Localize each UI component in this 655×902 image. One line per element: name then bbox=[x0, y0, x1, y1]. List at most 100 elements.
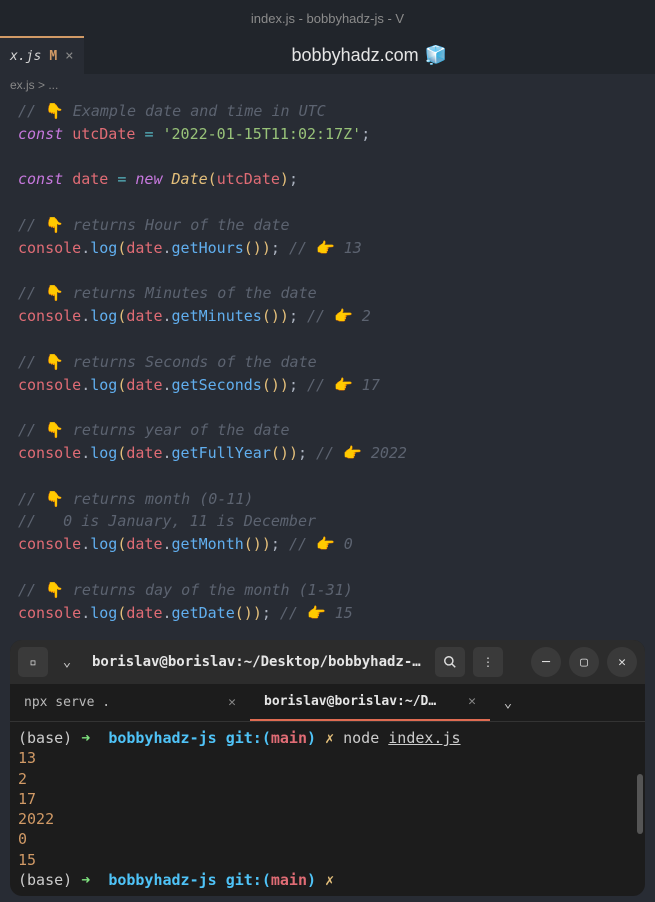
keyword-new: new bbox=[135, 170, 162, 188]
dirty-icon: ✗ bbox=[325, 871, 334, 889]
comment: // 👇 returns day of the month (1-31) bbox=[18, 581, 353, 599]
prompt-dir: bobbyhadz-js bbox=[108, 871, 216, 889]
string-literal: '2022-01-15T11:02:17Z' bbox=[163, 125, 362, 143]
terminal-tab-row: npx serve . ✕ borislav@borislav:~/Deskto… bbox=[10, 684, 645, 722]
method-getseconds: getSeconds bbox=[172, 376, 262, 394]
paren: ( bbox=[262, 729, 271, 747]
terminal-window: ▫ ⌄ borislav@borislav:~/Desktop/bobbyhad… bbox=[10, 640, 645, 896]
banner: bobbyhadz.com 🧊 bbox=[84, 45, 655, 66]
output-line: 17 bbox=[18, 789, 637, 809]
terminal-tab[interactable]: npx serve . ✕ bbox=[10, 684, 250, 721]
comment: // 👇 returns year of the date bbox=[18, 421, 290, 439]
terminal-tab-label: npx serve . bbox=[24, 695, 110, 710]
method-log: log bbox=[90, 535, 117, 553]
output-line: 15 bbox=[18, 850, 637, 870]
console: console bbox=[18, 604, 81, 622]
var-date: date bbox=[72, 170, 108, 188]
comment: // 👇 returns month (0-11) bbox=[18, 490, 253, 508]
branch: main bbox=[271, 871, 307, 889]
breadcrumb[interactable]: ex.js > ... bbox=[0, 74, 655, 96]
output-line: 13 bbox=[18, 748, 637, 768]
dirty-icon: ✗ bbox=[325, 729, 334, 747]
new-tab-button[interactable]: ▫ bbox=[18, 647, 48, 677]
window-titlebar: index.js - bobbyhadz-js - V bbox=[0, 0, 655, 36]
arg: date bbox=[126, 376, 162, 394]
tab-close-icon[interactable]: × bbox=[65, 48, 73, 64]
tab-dropdown-icon[interactable]: ⌄ bbox=[490, 684, 526, 721]
arg: date bbox=[126, 444, 162, 462]
terminal-title: borislav@borislav:~/Desktop/bobbyhadz-r… bbox=[86, 654, 427, 670]
console: console bbox=[18, 535, 81, 553]
method-getminutes: getMinutes bbox=[172, 307, 262, 325]
method-log: log bbox=[90, 604, 117, 622]
method-log: log bbox=[90, 239, 117, 257]
comment: // 👉 17 bbox=[307, 376, 380, 394]
arg: date bbox=[126, 535, 162, 553]
prompt-base: (base) bbox=[18, 871, 72, 889]
output-line: 2 bbox=[18, 769, 637, 789]
close-button[interactable]: ✕ bbox=[607, 647, 637, 677]
tab-close-icon[interactable]: ✕ bbox=[468, 694, 476, 709]
arg: date bbox=[126, 307, 162, 325]
terminal-titlebar: ▫ ⌄ borislav@borislav:~/Desktop/bobbyhad… bbox=[10, 640, 645, 684]
method-log: log bbox=[90, 307, 117, 325]
prompt-git: git: bbox=[226, 871, 262, 889]
method-getfullyear: getFullYear bbox=[172, 444, 271, 462]
method-gethours: getHours bbox=[172, 239, 244, 257]
prompt-base: (base) bbox=[18, 729, 72, 747]
prompt-arrow: ➜ bbox=[81, 871, 90, 889]
search-icon bbox=[443, 655, 457, 669]
comment: // 👇 returns Hour of the date bbox=[18, 216, 290, 234]
comment: // 👉 15 bbox=[280, 604, 353, 622]
output-line: 2022 bbox=[18, 809, 637, 829]
maximize-button[interactable]: ▢ bbox=[569, 647, 599, 677]
terminal-tab-active[interactable]: borislav@borislav:~/Desktop/b… ✕ bbox=[250, 684, 490, 721]
console: console bbox=[18, 444, 81, 462]
arg: utcDate bbox=[217, 170, 280, 188]
breadcrumb-text: ex.js > ... bbox=[10, 78, 58, 92]
menu-button[interactable]: ⋮ bbox=[473, 647, 503, 677]
comment: // 👉 2 bbox=[307, 307, 371, 325]
code-editor[interactable]: // 👇 Example date and time in UTC const … bbox=[0, 96, 655, 628]
banner-text: bobbyhadz.com bbox=[292, 45, 419, 66]
scrollbar-thumb[interactable] bbox=[637, 774, 643, 834]
terminal-body[interactable]: (base) ➜ bobbyhadz-js git:(main) ✗ node … bbox=[10, 722, 645, 896]
cmd-file: index.js bbox=[388, 729, 460, 747]
cmd-node: node bbox=[343, 729, 379, 747]
arg: date bbox=[126, 604, 162, 622]
class-date: Date bbox=[172, 170, 208, 188]
dropdown-icon[interactable]: ⌄ bbox=[56, 647, 78, 677]
cube-icon: 🧊 bbox=[425, 45, 447, 66]
tab-filename: x.js bbox=[10, 49, 41, 64]
semicolon: ; bbox=[361, 125, 370, 143]
method-log: log bbox=[90, 444, 117, 462]
comment: // 0 is January, 11 is December bbox=[18, 512, 316, 530]
method-getmonth: getMonth bbox=[172, 535, 244, 553]
console: console bbox=[18, 307, 81, 325]
terminal-tab-label: borislav@borislav:~/Desktop/b… bbox=[264, 694, 438, 709]
minimize-button[interactable]: ─ bbox=[531, 647, 561, 677]
comment: // 👇 Example date and time in UTC bbox=[18, 102, 326, 120]
branch: main bbox=[271, 729, 307, 747]
tab-modified-indicator: M bbox=[49, 49, 57, 64]
window-title: index.js - bobbyhadz-js - V bbox=[251, 11, 404, 26]
method-log: log bbox=[90, 376, 117, 394]
arg: date bbox=[126, 239, 162, 257]
method-getdate: getDate bbox=[172, 604, 235, 622]
comment: // 👇 returns Seconds of the date bbox=[18, 353, 317, 371]
prompt-git: git: bbox=[226, 729, 262, 747]
search-button[interactable] bbox=[435, 647, 465, 677]
var-utcdate: utcDate bbox=[72, 125, 135, 143]
tab-close-icon[interactable]: ✕ bbox=[228, 695, 236, 710]
paren: ) bbox=[307, 871, 316, 889]
keyword-const: const bbox=[18, 170, 63, 188]
paren: ( bbox=[262, 871, 271, 889]
prompt-arrow: ➜ bbox=[81, 729, 90, 747]
keyword-const: const bbox=[18, 125, 63, 143]
comment: // 👉 13 bbox=[289, 239, 362, 257]
comment: // 👉 0 bbox=[289, 535, 353, 553]
editor-tab-active[interactable]: x.js M × bbox=[0, 36, 84, 74]
comment: // 👉 2022 bbox=[316, 444, 407, 462]
editor-tab-row: x.js M × bobbyhadz.com 🧊 bbox=[0, 36, 655, 74]
paren: ) bbox=[307, 729, 316, 747]
